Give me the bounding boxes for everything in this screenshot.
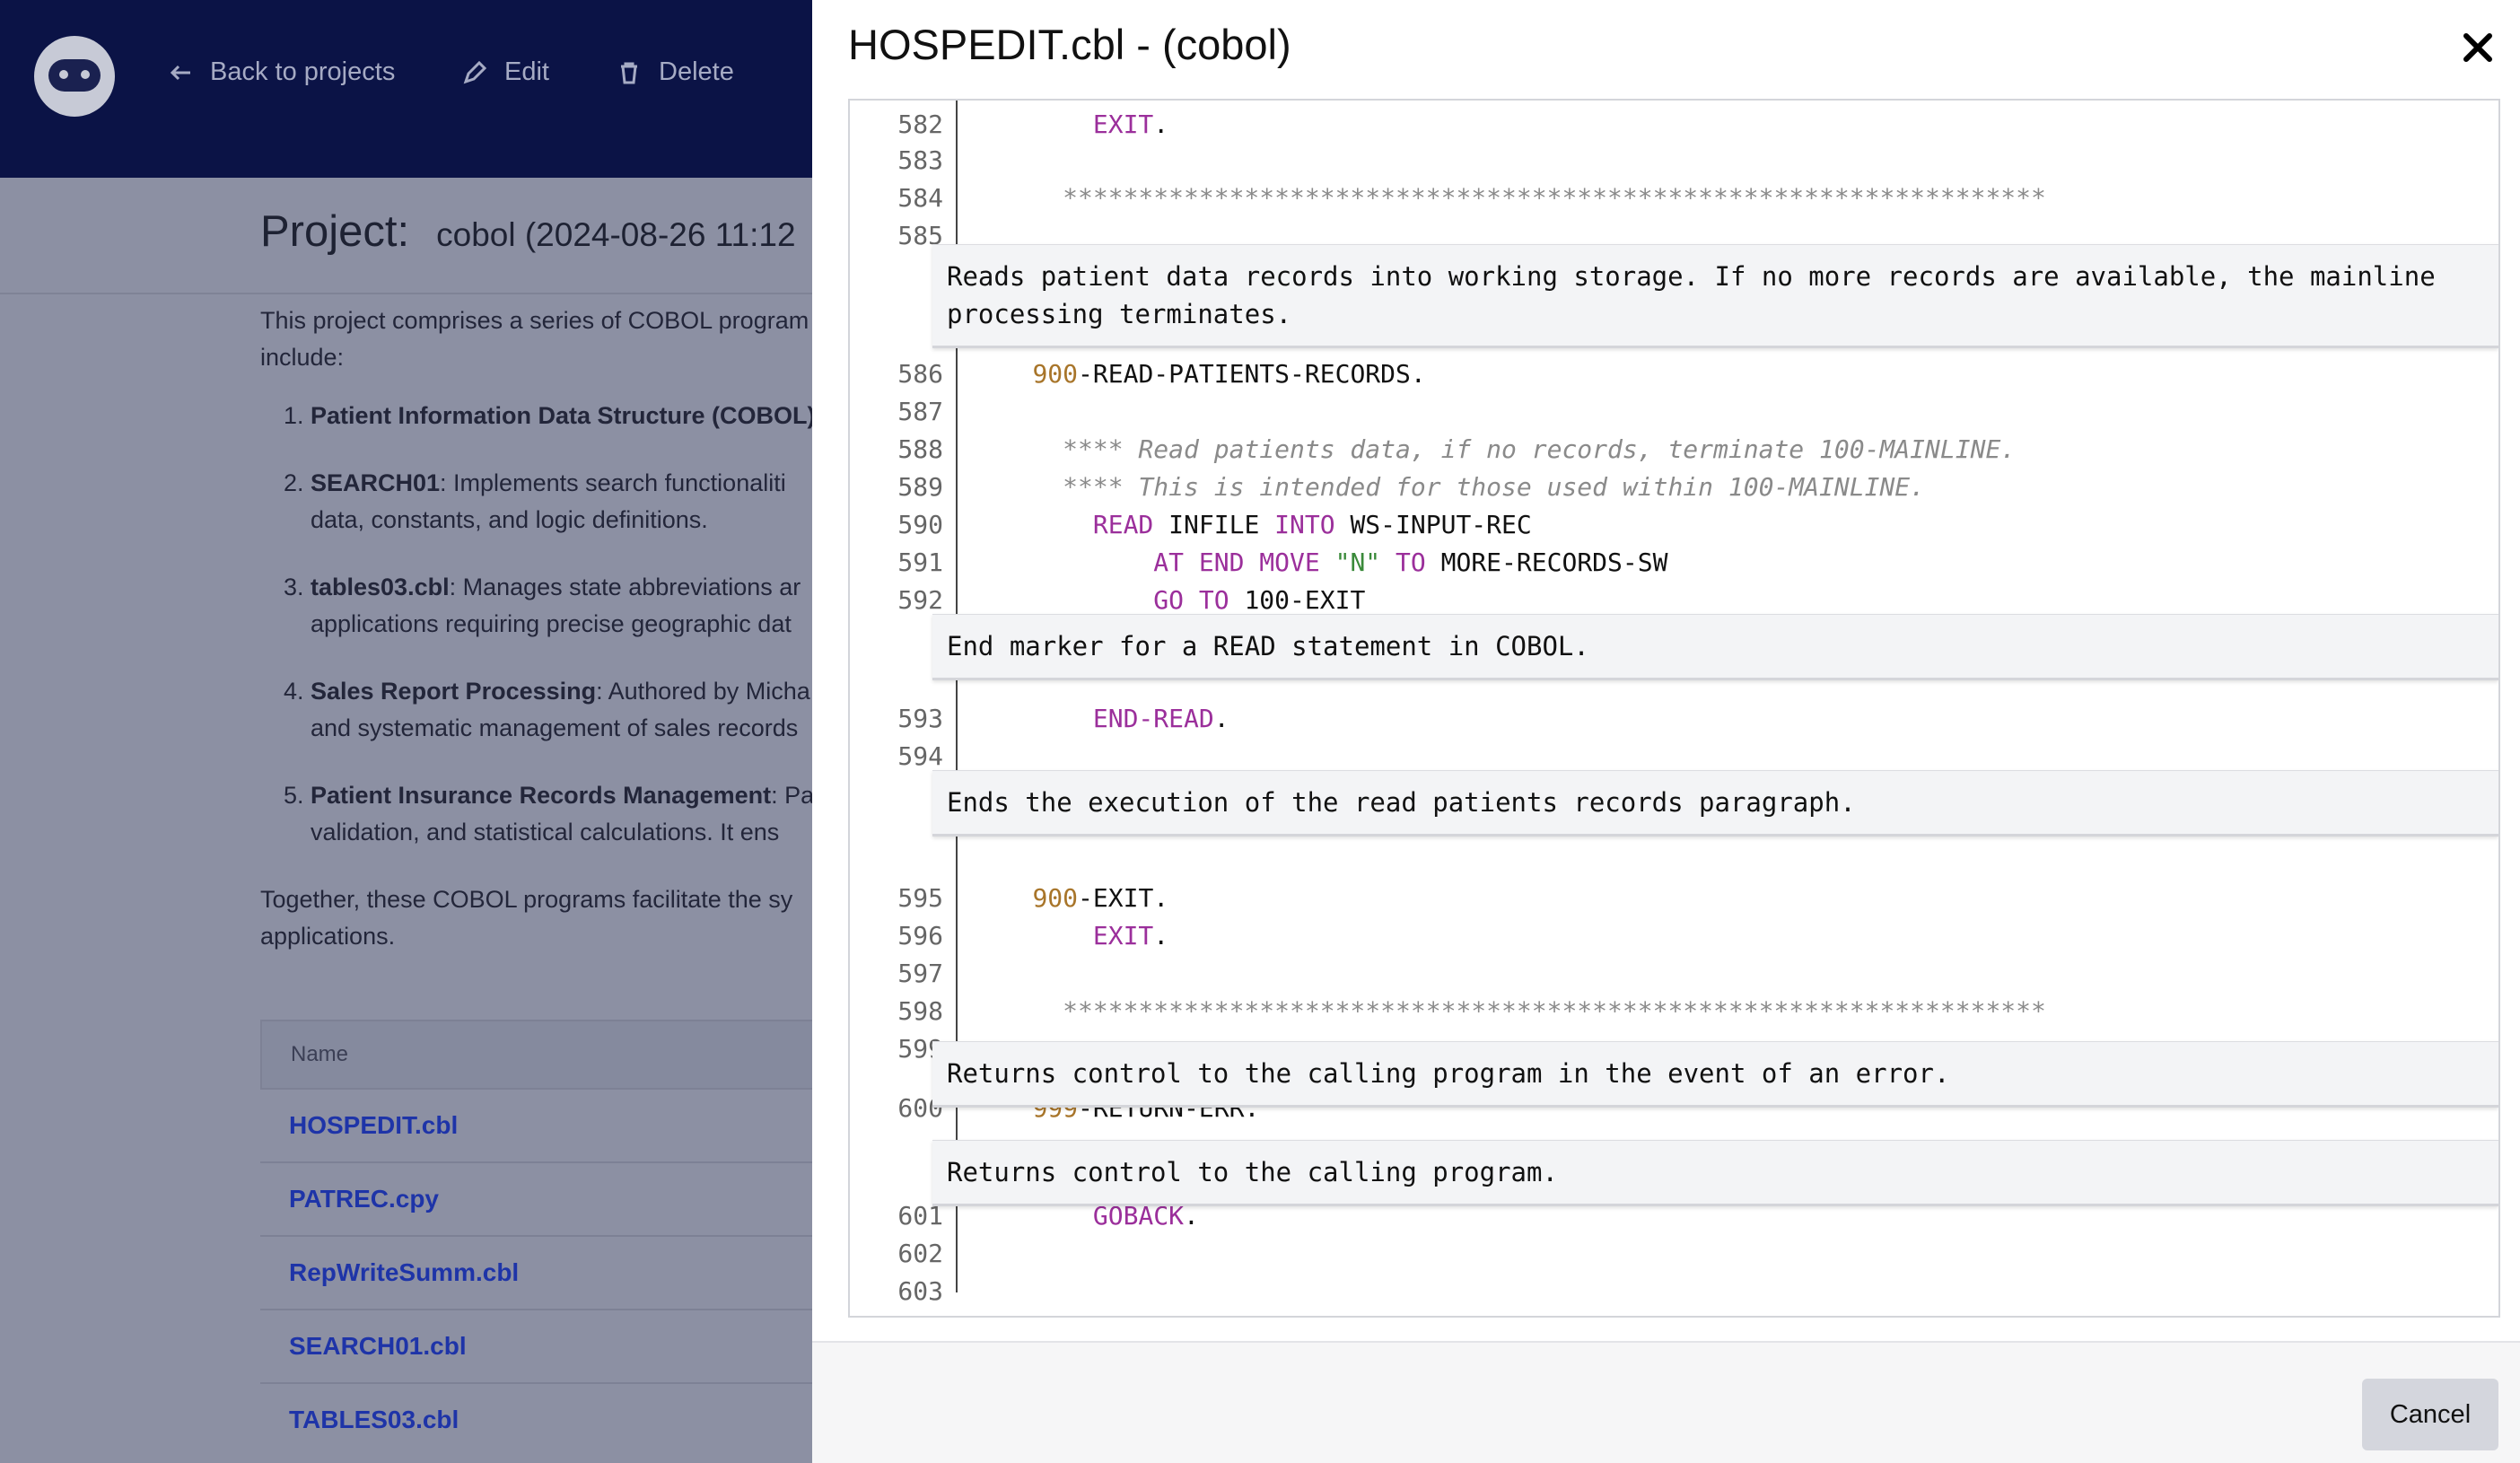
- file-link[interactable]: PATREC.cpy: [260, 1161, 835, 1235]
- file-link[interactable]: TABLES03.cbl: [260, 1382, 835, 1456]
- line-number: 587: [897, 397, 943, 426]
- line-number: 594: [897, 741, 943, 771]
- code-text: 900-EXIT.: [1032, 883, 1169, 913]
- project-header: Project: cobol (2024-08-26 11:12: [260, 206, 796, 257]
- intro-line: include:: [260, 344, 345, 371]
- code-line: 586 900-READ-PATIENTS-RECORDS.: [850, 355, 2498, 393]
- back-to-projects-label: Back to projects: [210, 57, 396, 86]
- outro-line: applications.: [260, 923, 396, 950]
- code-annotation: Ends the execution of the read patients …: [932, 770, 2498, 837]
- code-line: 596 EXIT.: [850, 917, 2498, 955]
- code-line: 598 ************************************…: [850, 993, 2498, 1030]
- line-number: 582: [897, 110, 943, 139]
- line-number: 598: [897, 996, 943, 1026]
- code-text: 900-READ-PATIENTS-RECORDS.: [1032, 359, 1426, 389]
- code-text: EXIT.: [1092, 921, 1169, 951]
- code-text: **** This is intended for those used wit…: [972, 472, 1926, 502]
- code-line: 595 900-EXIT.: [850, 880, 2498, 917]
- code-annotation: Returns control to the calling program i…: [932, 1041, 2498, 1108]
- code-line: 584 ************************************…: [850, 180, 2498, 217]
- delete-button[interactable]: Delete: [616, 57, 734, 87]
- code-line: 590 READ INFILE INTO WS-INPUT-REC: [850, 506, 2498, 544]
- project-description: This project comprises a series of COBOL…: [260, 302, 817, 955]
- code-line: 602: [850, 1235, 2498, 1273]
- line-number: 588: [897, 434, 943, 464]
- line-number: 601: [897, 1201, 943, 1231]
- list-item: Patient Information Data Structure (COBO…: [311, 398, 817, 434]
- cancel-button[interactable]: Cancel: [2362, 1379, 2498, 1450]
- pencil-icon: [463, 60, 487, 83]
- edit-label: Edit: [504, 57, 549, 86]
- line-number: 597: [897, 959, 943, 988]
- line-number: 600: [897, 1093, 943, 1123]
- files-table: Name HOSPEDIT.cbl PATREC.cpy RepWriteSum…: [260, 1020, 835, 1456]
- page-divider: [0, 293, 812, 294]
- edit-button[interactable]: Edit: [461, 57, 549, 87]
- line-number: 586: [897, 359, 943, 389]
- intro-line: This project comprises a series of COBOL…: [260, 307, 809, 334]
- code-line: 587: [850, 393, 2498, 431]
- file-link[interactable]: SEARCH01.cbl: [260, 1309, 835, 1382]
- logo-face-icon: [48, 59, 101, 92]
- code-annotation: Reads patient data records into working …: [932, 244, 2498, 348]
- code-line: 583: [850, 142, 2498, 180]
- code-text: **** Read patients data, if no records, …: [972, 434, 2017, 464]
- column-header-name: Name: [260, 1020, 835, 1088]
- program-list: Patient Information Data Structure (COBO…: [260, 398, 817, 851]
- list-item: SEARCH01: Implements search functionalit…: [311, 465, 817, 539]
- outro-line: Together, these COBOL programs facilitat…: [260, 886, 793, 913]
- code-text: READ INFILE INTO WS-INPUT-REC: [1092, 510, 1532, 539]
- line-number: 595: [897, 883, 943, 913]
- line-number: 602: [897, 1239, 943, 1268]
- line-number: 583: [897, 145, 943, 175]
- code-annotation: End marker for a READ statement in COBOL…: [932, 614, 2498, 680]
- line-number: 585: [897, 221, 943, 250]
- line-number: 589: [897, 472, 943, 502]
- code-line: 588 **** Read patients data, if no recor…: [850, 431, 2498, 469]
- back-to-projects-link[interactable]: Back to projects: [167, 57, 395, 87]
- page-title: Project:: [260, 207, 410, 256]
- file-viewer-modal: HOSPEDIT.cbl - (cobol) 582 EXIT. 583 584 *…: [812, 0, 2520, 1463]
- delete-label: Delete: [659, 57, 734, 86]
- line-number: 593: [897, 704, 943, 733]
- code-line: 582 EXIT.: [850, 106, 2498, 144]
- file-link[interactable]: RepWriteSumm.cbl: [260, 1235, 835, 1309]
- line-number: 591: [897, 548, 943, 577]
- code-annotation: Returns control to the calling program.: [932, 1140, 2498, 1206]
- arrow-left-icon: [170, 65, 190, 80]
- code-line: 591 AT END MOVE "N" TO MORE-RECORDS-SW: [850, 544, 2498, 582]
- project-name: cobol (2024-08-26 11:12: [436, 216, 796, 253]
- modal-title: HOSPEDIT.cbl - (cobol): [848, 21, 1291, 68]
- code-line: 593 END-READ.: [850, 700, 2498, 738]
- line-number: 603: [897, 1276, 943, 1306]
- code-text: AT END MOVE "N" TO MORE-RECORDS-SW: [1153, 548, 1668, 577]
- code-viewer[interactable]: 582 EXIT. 583 584 ************************…: [848, 99, 2500, 1318]
- code-text: END-READ.: [1092, 704, 1229, 733]
- list-item: tables03.cbl: Manages state abbreviation…: [311, 569, 817, 643]
- list-item: Sales Report Processing: Authored by Mic…: [311, 673, 817, 747]
- app-logo[interactable]: [34, 36, 115, 117]
- line-number: 596: [897, 921, 943, 951]
- code-line: 603: [850, 1273, 2498, 1310]
- code-line: 597: [850, 955, 2498, 993]
- modal-footer: Cancel: [812, 1341, 2520, 1463]
- code-text: ****************************************…: [972, 183, 2046, 213]
- line-number: 584: [897, 183, 943, 213]
- line-number: 590: [897, 510, 943, 539]
- code-line: 589 **** This is intended for those used…: [850, 469, 2498, 506]
- file-link[interactable]: HOSPEDIT.cbl: [260, 1088, 835, 1161]
- trash-icon: [621, 62, 637, 83]
- line-number: 599: [897, 1034, 943, 1064]
- close-icon[interactable]: [2459, 29, 2497, 66]
- list-item: Patient Insurance Records Management: Pa…: [311, 777, 817, 851]
- code-text: EXIT.: [1092, 110, 1169, 139]
- line-number: 592: [897, 585, 943, 615]
- code-text: ****************************************…: [972, 996, 2046, 1026]
